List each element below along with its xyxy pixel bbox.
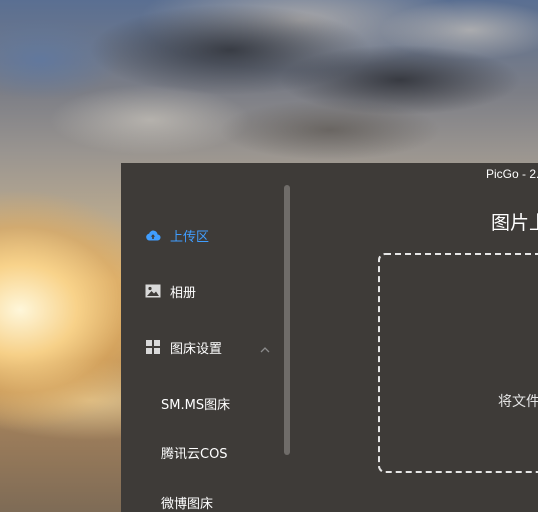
sidebar-item-picbed-settings[interactable]: 图床设置 bbox=[121, 327, 281, 367]
sidebar-subitem-label: SM.MS图床 bbox=[161, 397, 231, 413]
dropzone-hint: 将文件 bbox=[498, 394, 538, 410]
sidebar-subitem-label: 腾讯云COS bbox=[161, 446, 228, 462]
image-icon bbox=[145, 283, 161, 299]
sidebar-item-upload[interactable]: 上传区 bbox=[121, 215, 281, 255]
sidebar-item-label: 上传区 bbox=[170, 229, 210, 245]
sidebar-subitem-weibo[interactable]: 微博图床 bbox=[121, 484, 281, 512]
sidebar-subitem-label: 微博图床 bbox=[161, 496, 214, 512]
sidebar-item-label: 相册 bbox=[170, 285, 197, 301]
sidebar-scrollbar[interactable] bbox=[284, 185, 290, 455]
grid-icon bbox=[145, 339, 161, 355]
cloud-upload-icon bbox=[145, 227, 161, 243]
page-title: 图片上 bbox=[491, 212, 538, 234]
window-title: PicGo - 2. bbox=[486, 167, 538, 181]
upload-dropzone[interactable]: 将文件 bbox=[378, 253, 538, 473]
title-bar: PicGo - 2. bbox=[121, 163, 538, 185]
chevron-up-icon bbox=[259, 341, 271, 353]
sidebar-item-label: 图床设置 bbox=[170, 341, 223, 357]
sidebar-subitem-smms[interactable]: SM.MS图床 bbox=[121, 385, 281, 421]
sidebar-subitem-tencent-cos[interactable]: 腾讯云COS bbox=[121, 434, 281, 470]
sidebar: 上传区 相册 图床设置 SM.MS图床 腾讯云COS 微博图床 bbox=[121, 185, 292, 512]
sidebar-item-gallery[interactable]: 相册 bbox=[121, 271, 281, 311]
main-panel: 图片上 将文件 bbox=[292, 185, 538, 512]
picgo-window: PicGo - 2. 上传区 相册 图床设置 SM.MS图床 腾讯云COS 微博… bbox=[121, 163, 538, 512]
